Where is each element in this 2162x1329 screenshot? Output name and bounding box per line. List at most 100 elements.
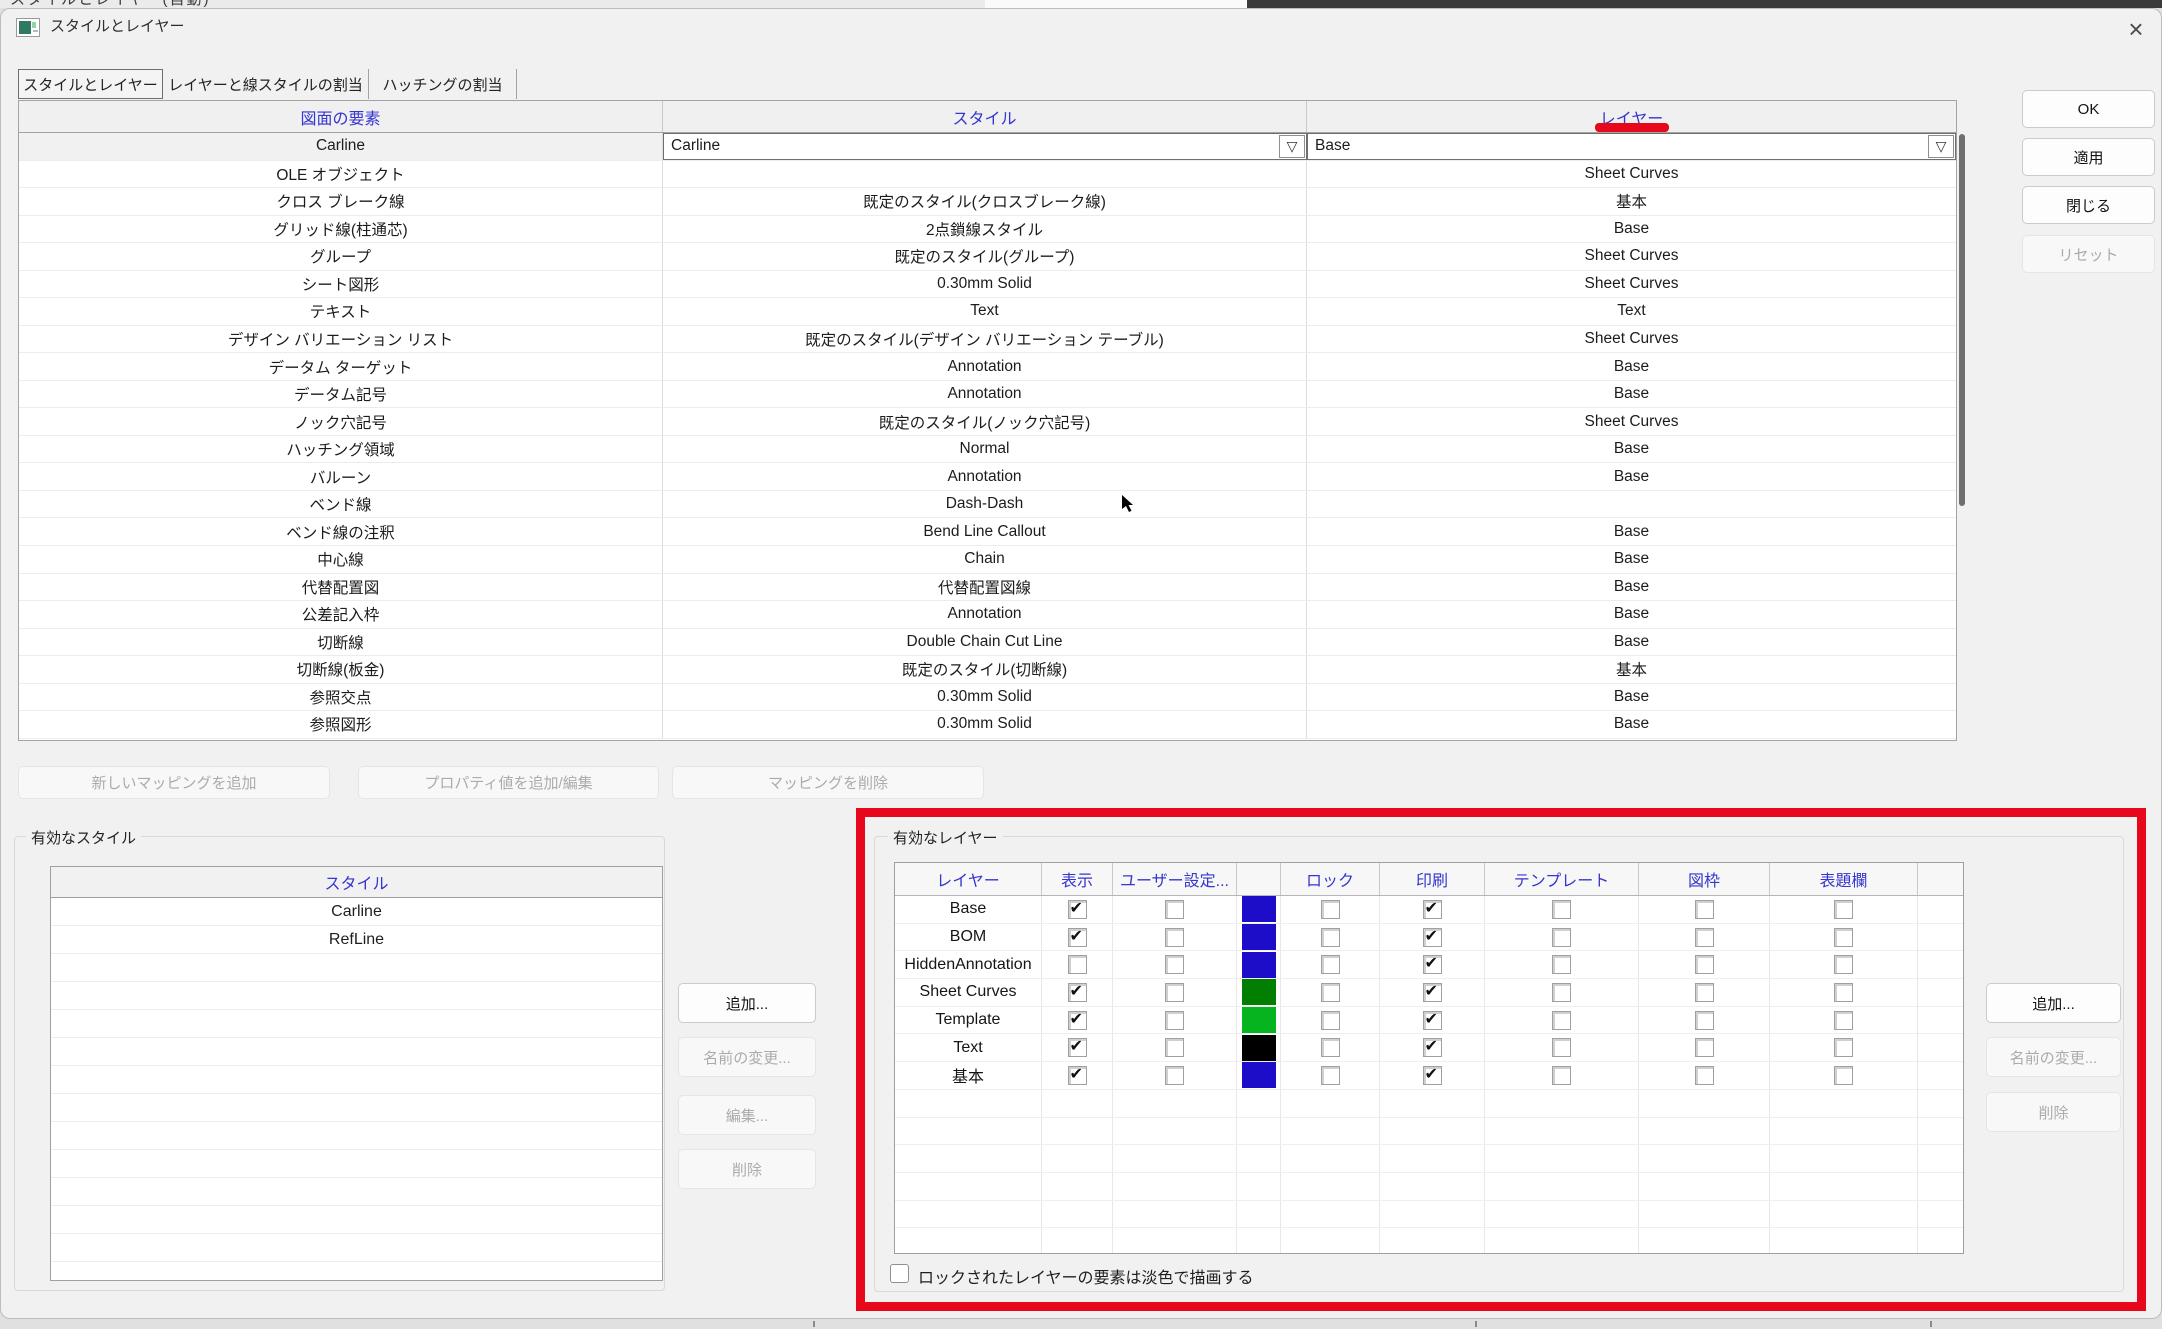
close-button[interactable]: 閉じる	[2022, 186, 2155, 224]
layers-column-header[interactable]: 印刷	[1380, 863, 1485, 895]
layer-cell[interactable]: Base	[1307, 684, 1956, 711]
style-cell[interactable]: 既定のスタイル(クロスブレーク線)	[663, 188, 1307, 215]
style-cell[interactable]: Bend Line Callout	[663, 518, 1307, 545]
layer-name-cell[interactable]: Text	[895, 1034, 1042, 1061]
frame-checkbox[interactable]	[1695, 955, 1714, 974]
layer-row[interactable]: 基本	[895, 1062, 1963, 1090]
element-cell[interactable]: 中心線	[19, 546, 663, 573]
layer-row[interactable]: BOM	[895, 924, 1963, 952]
mapping-row[interactable]: CarlineCarline▽Base▽	[19, 133, 1956, 161]
print-checkbox[interactable]	[1423, 1011, 1442, 1030]
template-checkbox[interactable]	[1552, 900, 1571, 919]
style-cell[interactable]: 既定のスタイル(グループ)	[663, 243, 1307, 270]
layers-column-header[interactable]	[1918, 863, 1963, 895]
title-block-checkbox[interactable]	[1834, 955, 1853, 974]
layers-column-header[interactable]: 表題欄	[1770, 863, 1918, 895]
vertical-scrollbar-thumb[interactable]	[1959, 134, 1965, 506]
style-cell[interactable]: Normal	[663, 436, 1307, 463]
style-cell[interactable]: 既定のスタイル(ノック穴記号)	[663, 408, 1307, 435]
style-cell[interactable]	[663, 161, 1307, 188]
close-icon[interactable]: ×	[2114, 10, 2158, 48]
style-cell[interactable]: 0.30mm Solid	[663, 684, 1307, 711]
lock-checkbox[interactable]	[1321, 983, 1340, 1002]
layer-color-swatch[interactable]	[1242, 1007, 1276, 1033]
layer-name-cell[interactable]: Template	[895, 1007, 1042, 1034]
style-cell[interactable]: Double Chain Cut Line	[663, 629, 1307, 656]
mapping-row[interactable]: 切断線(板金)既定のスタイル(切断線)基本	[19, 656, 1956, 684]
style-cell[interactable]: 0.30mm Solid	[663, 711, 1307, 738]
element-cell[interactable]: テキスト	[19, 298, 663, 325]
user-defined-checkbox[interactable]	[1165, 1038, 1184, 1057]
apply-button[interactable]: 適用	[2022, 138, 2155, 176]
layers-column-header[interactable]: テンプレート	[1485, 863, 1639, 895]
visible-checkbox[interactable]	[1068, 1011, 1087, 1030]
layer-cell[interactable]: Base	[1307, 353, 1956, 380]
print-checkbox[interactable]	[1423, 900, 1442, 919]
layer-cell[interactable]: Base	[1307, 601, 1956, 628]
style-cell[interactable]: Annotation	[663, 353, 1307, 380]
style-cell[interactable]: 2点鎖線スタイル	[663, 216, 1307, 243]
mapping-row[interactable]: バルーンAnnotationBase	[19, 463, 1956, 491]
mapping-row[interactable]: グリッド線(柱通芯)2点鎖線スタイルBase	[19, 216, 1956, 244]
layer-color-swatch[interactable]	[1242, 924, 1276, 950]
element-cell[interactable]: 切断線	[19, 629, 663, 656]
style-cell[interactable]: 既定のスタイル(デザイン バリエーション テーブル)	[663, 326, 1307, 353]
add-edit-property-value-button[interactable]: プロパティ値を追加/編集	[358, 766, 659, 799]
layer-cell[interactable]: Sheet Curves	[1307, 408, 1956, 435]
template-checkbox[interactable]	[1552, 983, 1571, 1002]
style-list-column-header[interactable]: スタイル	[51, 867, 662, 898]
print-checkbox[interactable]	[1423, 955, 1442, 974]
filter-dropdown-icon[interactable]: ▽	[1279, 135, 1305, 158]
layer-color-swatch[interactable]	[1242, 1062, 1276, 1088]
element-cell[interactable]: Carline	[19, 133, 663, 160]
mapping-row[interactable]: 中心線ChainBase	[19, 546, 1956, 574]
layer-row[interactable]: Template	[895, 1007, 1963, 1035]
layer-name-cell[interactable]: HiddenAnnotation	[895, 951, 1042, 978]
style-list-item[interactable]: Carline	[51, 898, 662, 926]
layer-color-swatch[interactable]	[1242, 952, 1276, 978]
style-cell[interactable]: Carline▽	[663, 133, 1307, 160]
layer-cell[interactable]: Base	[1307, 436, 1956, 463]
layers-column-header[interactable]: ユーザー設定...	[1113, 863, 1237, 895]
layer-cell[interactable]: Base	[1307, 574, 1956, 601]
title-block-checkbox[interactable]	[1834, 1066, 1853, 1085]
layer-cell[interactable]: Sheet Curves	[1307, 271, 1956, 298]
element-cell[interactable]: クロス ブレーク線	[19, 188, 663, 215]
element-cell[interactable]: ベンド線の注釈	[19, 518, 663, 545]
style-cell[interactable]: Dash-Dash	[663, 491, 1307, 518]
user-defined-checkbox[interactable]	[1165, 928, 1184, 947]
mapping-row[interactable]: データム記号AnnotationBase	[19, 381, 1956, 409]
template-checkbox[interactable]	[1552, 1066, 1571, 1085]
layer-name-cell[interactable]: 基本	[895, 1062, 1042, 1089]
layer-row[interactable]: Base	[895, 896, 1963, 924]
layer-row[interactable]: HiddenAnnotation	[895, 951, 1963, 979]
layer-cell[interactable]: Base	[1307, 711, 1956, 738]
lock-checkbox[interactable]	[1321, 1066, 1340, 1085]
frame-checkbox[interactable]	[1695, 1038, 1714, 1057]
mapping-row[interactable]: デザイン バリエーション リスト既定のスタイル(デザイン バリエーション テーブ…	[19, 326, 1956, 354]
delete-mapping-button[interactable]: マッピングを削除	[672, 766, 984, 799]
style-add-button[interactable]: 追加...	[678, 983, 816, 1023]
lock-checkbox[interactable]	[1321, 955, 1340, 974]
lock-checkbox[interactable]	[1321, 900, 1340, 919]
user-defined-checkbox[interactable]	[1165, 983, 1184, 1002]
layer-cell[interactable]: Base▽	[1307, 133, 1956, 160]
title-block-checkbox[interactable]	[1834, 900, 1853, 919]
print-checkbox[interactable]	[1423, 1066, 1442, 1085]
filter-dropdown-icon[interactable]: ▽	[1928, 135, 1954, 158]
mapping-row[interactable]: OLE オブジェクトSheet Curves	[19, 161, 1956, 189]
layer-row[interactable]: Text	[895, 1034, 1963, 1062]
layers-column-header[interactable]: レイヤー	[895, 863, 1042, 895]
visible-checkbox[interactable]	[1068, 955, 1087, 974]
layer-cell[interactable]: Base	[1307, 629, 1956, 656]
layer-color-swatch[interactable]	[1242, 896, 1276, 922]
layer-row[interactable]: Sheet Curves	[895, 979, 1963, 1007]
mapping-row[interactable]: 参照図形0.30mm SolidBase	[19, 711, 1956, 739]
print-checkbox[interactable]	[1423, 928, 1442, 947]
style-cell[interactable]: Annotation	[663, 601, 1307, 628]
element-cell[interactable]: グループ	[19, 243, 663, 270]
user-defined-checkbox[interactable]	[1165, 955, 1184, 974]
element-cell[interactable]: 公差記入枠	[19, 601, 663, 628]
layer-cell[interactable]: Sheet Curves	[1307, 326, 1956, 353]
mapping-row[interactable]: ベンド線の注釈Bend Line CalloutBase	[19, 518, 1956, 546]
